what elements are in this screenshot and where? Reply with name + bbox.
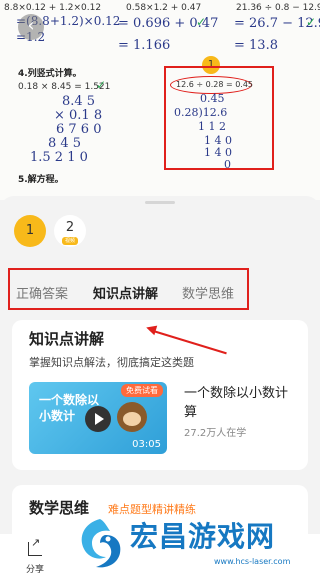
sheet-grab-handle[interactable] [145,201,175,204]
handwriting: = 1.166 [118,38,171,53]
back-arrow-icon: ‹ [27,15,35,36]
handwriting: 8 4 5 [48,136,82,151]
share-icon [28,536,42,556]
play-icon[interactable] [85,406,111,432]
check-icon: ✓ [306,15,317,29]
video-tag: 视频 [62,237,78,245]
video-duration: 03:05 [132,439,161,450]
check-icon: ✓ [196,15,207,29]
back-button[interactable]: ‹ [18,14,44,40]
watermark-url: www.hcs-laser.com [214,557,291,566]
handwriting: 6 7 6 0 [56,122,102,137]
share-button[interactable]: 分享 [20,536,50,575]
knowledge-card: 知识点讲解 掌握知识点解法，彻底搞定这类题 一个数除以小数计 免费试看 03:0… [12,320,308,470]
problem-text: 8.8×0.12 + 1.2×0.12 [4,3,102,13]
watermark-text: 宏昌游戏网 [130,520,276,553]
worksheet-photo: 8.8×0.12 + 1.2×0.12 0.58×1.2 + 0.47 21.3… [0,0,320,200]
problem-text: 0.58×1.2 + 0.47 [126,3,202,13]
dragon-logo-icon [81,519,121,568]
question-chip-1[interactable]: 1 [14,215,46,247]
section-title: 5.解方程。 [18,175,64,185]
question-chip-2[interactable]: 2 视频 [54,215,86,247]
handwriting: = 13.8 [234,38,278,53]
free-trial-badge: 免费试看 [121,384,163,397]
check-icon: ✓ [96,78,107,92]
video-thumbnail[interactable]: 一个数除以小数计 免费试看 03:05 [29,382,167,454]
tab-knowledge[interactable]: 知识点讲解 [93,283,158,302]
handwriting: × 0.1 8 [54,108,103,123]
handwriting: 0.45 [200,92,225,105]
tab-math-thinking[interactable]: 数学思维 [182,283,234,302]
mascot-icon [117,402,147,432]
problem-text: 21.36 ÷ 0.8 − 12.9 [236,3,320,13]
learner-count: 27.2万人在学 [184,428,247,439]
handwriting: 1.5 2 1 0 [30,150,88,165]
handwriting: 1 1 2 [198,120,226,133]
section-title: 4.列竖式计算。 [18,69,82,79]
handwriting: 0.28)12.6 [174,106,228,119]
video-title[interactable]: 一个数除以小数计算 [184,384,299,422]
handwriting: 8.4 5 [62,94,96,109]
card-description: 掌握知识点解法，彻底搞定这类题 [29,356,194,369]
site-watermark: 宏昌游戏网 www.hcs-laser.com [64,505,320,584]
tab-correct-answer[interactable]: 正确答案 [16,283,68,302]
card-title: 知识点讲解 [29,330,105,348]
handwriting: 0 [224,158,231,171]
tab-bar: 正确答案 知识点讲解 数学思维 [8,268,249,310]
